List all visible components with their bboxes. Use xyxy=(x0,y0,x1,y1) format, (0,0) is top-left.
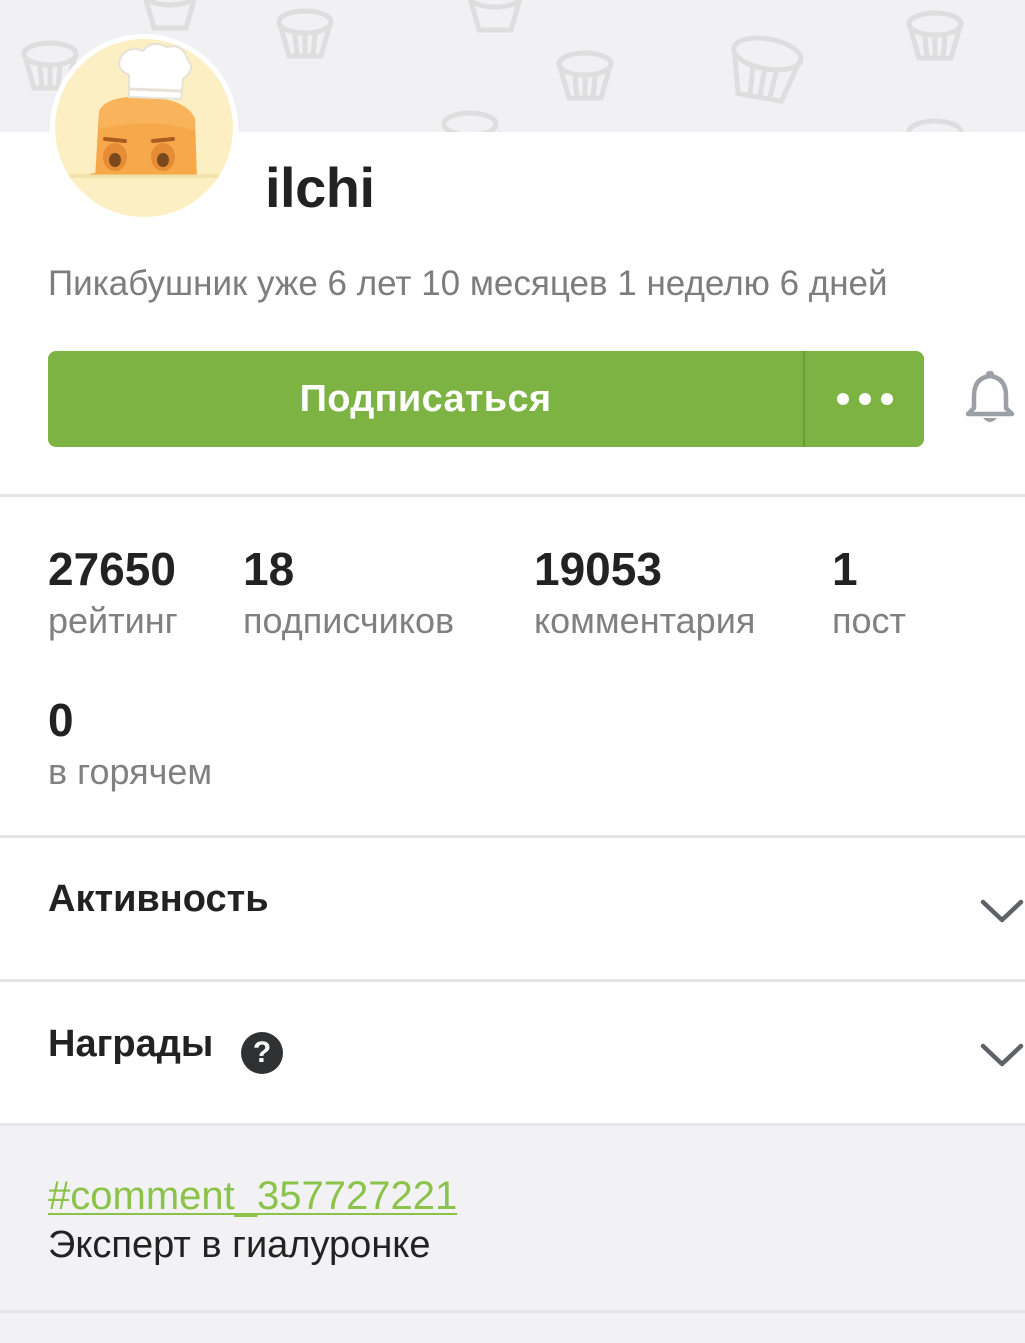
chevron-down-icon xyxy=(980,899,1024,923)
avatar[interactable] xyxy=(50,34,238,222)
stat-posts[interactable]: 1 пост xyxy=(832,543,906,645)
activity-title: Активность xyxy=(48,878,269,920)
chevron-down-icon xyxy=(980,1043,1024,1067)
stat-label: подписчиков xyxy=(243,600,455,641)
tenure-text: Пикабушник уже 6 лет 10 месяцев 1 неделю… xyxy=(48,264,888,303)
awards-section[interactable]: Награды ? xyxy=(0,982,1025,1123)
stat-rating[interactable]: 27650 рейтинг xyxy=(48,543,178,645)
stat-value: 18 xyxy=(243,543,295,595)
stat-value: 0 xyxy=(48,694,74,746)
subscribe-button[interactable]: Подписаться xyxy=(48,351,803,447)
stat-label: рейтинг xyxy=(48,600,178,641)
bell-icon xyxy=(965,371,1015,422)
more-options-button[interactable] xyxy=(805,351,924,447)
stat-label: в горячем xyxy=(48,751,213,792)
username: ilchi xyxy=(265,156,375,219)
help-icon[interactable]: ? xyxy=(241,1032,283,1074)
profile-page: ilchi Пикабушник уже 6 лет 10 месяцев 1 … xyxy=(0,0,1025,1343)
note-text: Эксперт в гиалуронке xyxy=(48,1224,431,1266)
stat-comments[interactable]: 19053 комментария xyxy=(534,543,755,645)
notifications-button[interactable] xyxy=(964,370,1016,426)
stat-subscribers[interactable]: 18 подписчиков xyxy=(243,543,454,645)
stat-label: комментария xyxy=(534,600,756,641)
stat-label: пост xyxy=(832,600,907,641)
divider xyxy=(0,1123,1025,1126)
divider xyxy=(0,1310,1025,1313)
activity-section[interactable]: Активность xyxy=(0,838,1025,979)
subscribe-button-group: Подписаться xyxy=(48,351,924,447)
stat-value: 1 xyxy=(832,543,858,595)
stat-value: 27650 xyxy=(48,543,176,595)
chef-potato-avatar-icon xyxy=(55,39,233,217)
awards-title: Награды xyxy=(48,1023,214,1065)
stats-panel: 27650 рейтинг 18 подписчиков 19053 комме… xyxy=(0,497,1025,835)
comment-link[interactable]: #comment_357727221 xyxy=(48,1174,457,1219)
stat-hot[interactable]: 0 в горячем xyxy=(48,694,212,796)
stat-value: 19053 xyxy=(534,543,662,595)
user-note: #comment_357727221 Эксперт в гиалуронке xyxy=(0,1127,1025,1310)
more-dots-icon xyxy=(836,393,893,405)
